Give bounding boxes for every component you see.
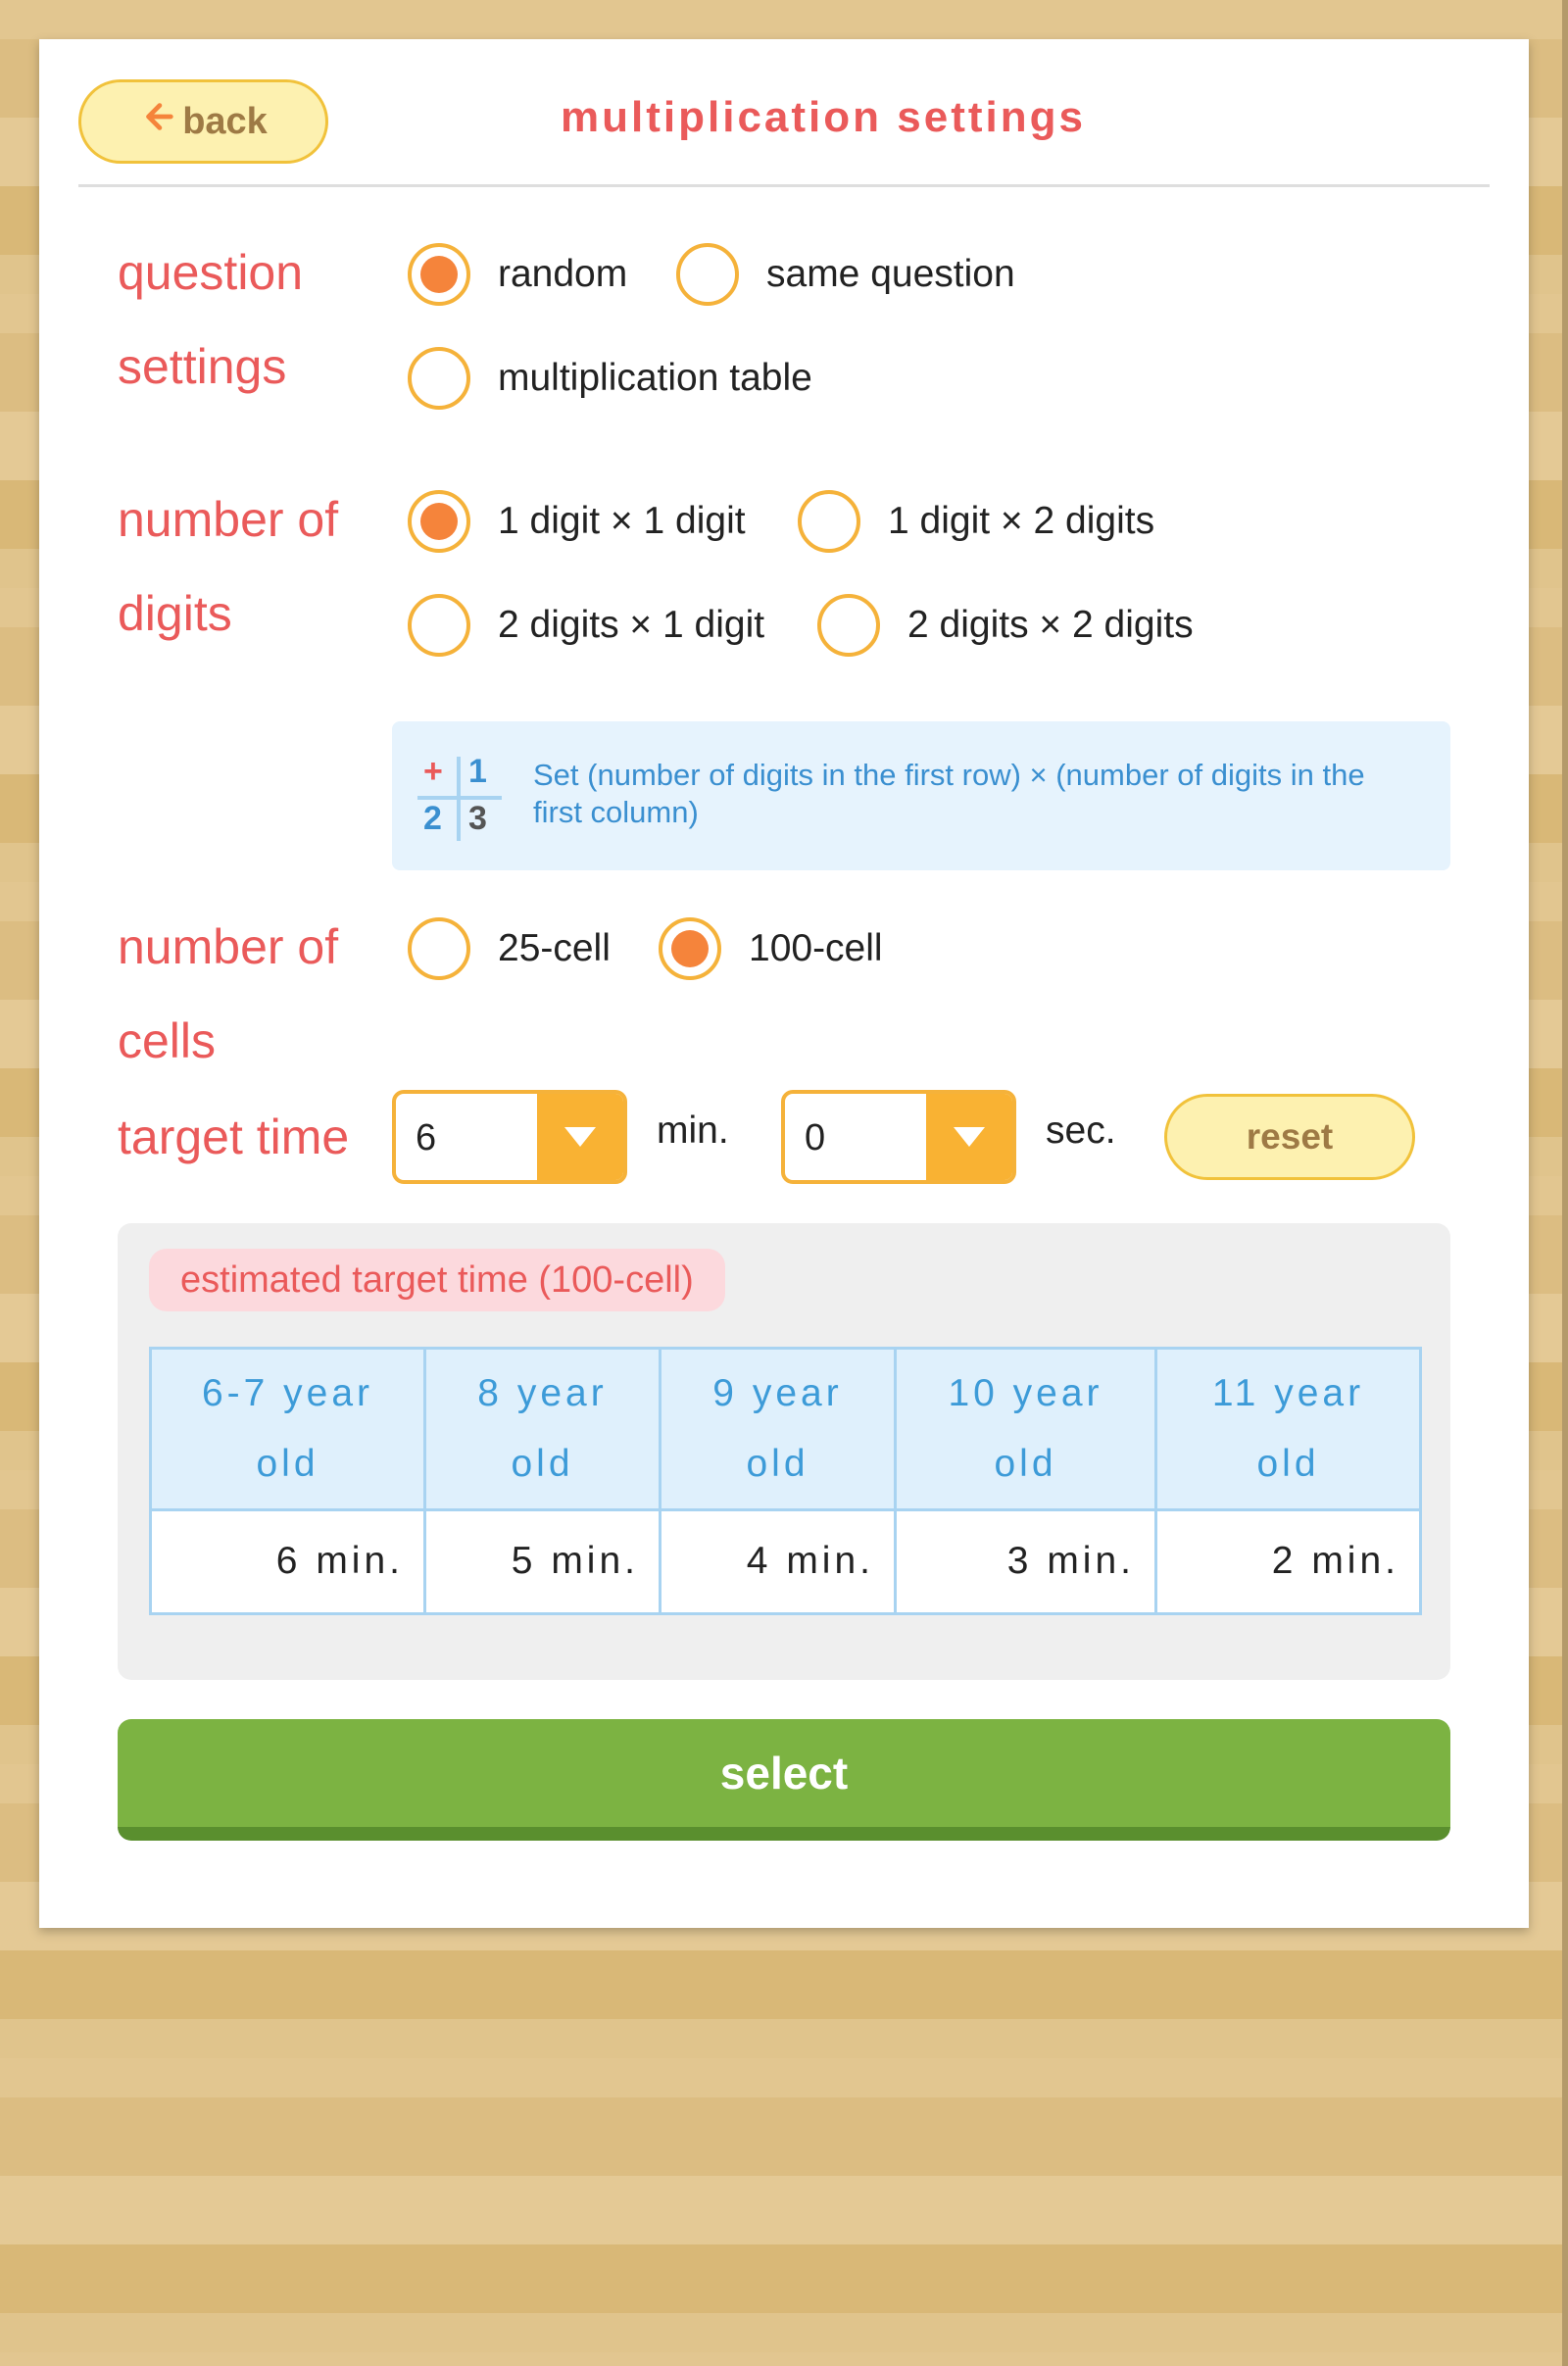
select-button[interactable]: select bbox=[118, 1719, 1450, 1841]
cells-label-line1: number of bbox=[118, 919, 339, 974]
radio-2x2-digits[interactable]: 2 digits × 2 digits bbox=[817, 594, 1194, 657]
background-edge bbox=[1562, 0, 1568, 2366]
radio-ring bbox=[408, 243, 470, 306]
radio-selected-dot bbox=[420, 256, 458, 293]
radio-label: 100-cell bbox=[749, 927, 883, 969]
radio-ring bbox=[408, 347, 470, 410]
radio-ring bbox=[817, 594, 880, 657]
icon-digit-b: 2 bbox=[423, 800, 442, 837]
radio-ring bbox=[798, 490, 860, 553]
radio-random[interactable]: random bbox=[408, 243, 627, 306]
age-header: 9 year old bbox=[659, 1347, 897, 1511]
time-cell: 3 min. bbox=[894, 1507, 1157, 1616]
seconds-select[interactable]: 0 bbox=[781, 1090, 1016, 1184]
back-label: back bbox=[182, 100, 268, 142]
radio-same-question[interactable]: same question bbox=[676, 243, 1015, 306]
age-header: 8 year old bbox=[423, 1347, 662, 1511]
settings-panel: back multiplication settings question se… bbox=[39, 39, 1529, 1928]
radio-ring bbox=[408, 490, 470, 553]
radio-label: same question bbox=[766, 253, 1015, 295]
digits-label-line1: number of bbox=[118, 492, 339, 547]
radio-multiplication-table[interactable]: multiplication table bbox=[408, 347, 812, 410]
icon-digit-c: 3 bbox=[468, 800, 487, 837]
radio-label: 2 digits × 1 digit bbox=[498, 604, 765, 646]
target-time-label: target time bbox=[118, 1109, 350, 1164]
time-cell: 2 min. bbox=[1154, 1507, 1422, 1616]
back-arrow-icon bbox=[139, 98, 176, 145]
radio-ring bbox=[659, 917, 721, 980]
minutes-select[interactable]: 6 bbox=[392, 1090, 627, 1184]
radio-25-cell[interactable]: 25-cell bbox=[408, 917, 611, 980]
page-title: multiplication settings bbox=[561, 93, 1086, 141]
radio-label: 1 digit × 2 digits bbox=[888, 500, 1155, 542]
radio-1x2-digits[interactable]: 1 digit × 2 digits bbox=[798, 490, 1154, 553]
radio-label: random bbox=[498, 253, 628, 295]
minutes-value: 6 bbox=[416, 1117, 437, 1158]
seconds-value: 0 bbox=[805, 1117, 826, 1158]
radio-selected-dot bbox=[671, 930, 709, 967]
icon-operator: + bbox=[423, 753, 443, 790]
radio-selected-dot bbox=[420, 503, 458, 540]
radio-ring bbox=[408, 594, 470, 657]
time-cell: 5 min. bbox=[423, 1507, 662, 1616]
minutes-unit: min. bbox=[657, 1109, 729, 1152]
question-settings-label-line2: settings bbox=[118, 339, 287, 394]
radio-2x1-digits[interactable]: 2 digits × 1 digit bbox=[408, 594, 764, 657]
age-header: 10 year old bbox=[894, 1347, 1157, 1511]
seconds-unit: sec. bbox=[1046, 1109, 1116, 1152]
radio-ring bbox=[408, 917, 470, 980]
age-header: 6-7 year old bbox=[149, 1347, 426, 1511]
time-cell: 4 min. bbox=[659, 1507, 897, 1616]
multiplication-grid-icon: + 1 2 3 bbox=[417, 753, 502, 841]
reset-button[interactable]: reset bbox=[1164, 1094, 1415, 1180]
radio-label: 1 digit × 1 digit bbox=[498, 500, 746, 542]
age-header: 11 year old bbox=[1154, 1347, 1422, 1511]
radio-ring bbox=[676, 243, 739, 306]
question-settings-label-line1: question bbox=[118, 245, 304, 300]
digits-info-text: Set (number of digits in the first row) … bbox=[533, 758, 1365, 829]
icon-digit-a: 1 bbox=[468, 753, 487, 790]
table-row: 6 min. 5 min. 4 min. 3 min. 2 min. bbox=[149, 1507, 1422, 1616]
cells-label-line2: cells bbox=[118, 1013, 217, 1068]
radio-100-cell[interactable]: 100-cell bbox=[659, 917, 883, 980]
estimated-time-title: estimated target time (100-cell) bbox=[149, 1249, 725, 1311]
dropdown-arrow-icon bbox=[537, 1094, 623, 1180]
digits-info-box: + 1 2 3 Set (number of digits in the fir… bbox=[392, 721, 1450, 870]
table-header-row: 6-7 year old 8 year old 9 year old 10 year o… bbox=[149, 1347, 1422, 1511]
time-cell: 6 min. bbox=[149, 1507, 426, 1616]
radio-label: 2 digits × 2 digits bbox=[907, 604, 1194, 646]
radio-label: 25-cell bbox=[498, 927, 611, 969]
radio-label: multiplication table bbox=[498, 357, 812, 399]
digits-label-line2: digits bbox=[118, 586, 232, 641]
back-button[interactable]: back bbox=[78, 79, 328, 164]
dropdown-arrow-icon bbox=[926, 1094, 1012, 1180]
estimated-time-table: 6-7 year old 8 year old 9 year old 10 year o… bbox=[149, 1347, 1422, 1616]
estimated-time-box: estimated target time (100-cell) 6-7 yea… bbox=[118, 1223, 1450, 1680]
radio-1x1-digit[interactable]: 1 digit × 1 digit bbox=[408, 490, 746, 553]
title-divider bbox=[78, 184, 1490, 187]
